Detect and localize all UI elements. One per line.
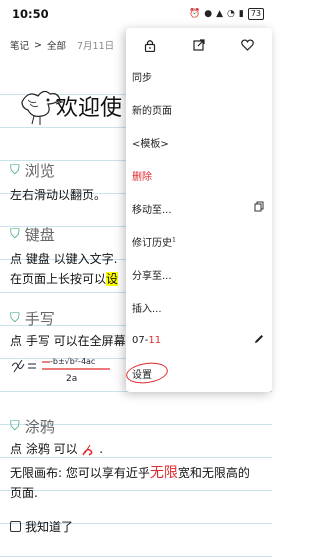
status-bar: 10:50 ⏰ ● ▲ ◔ ▮ 73 bbox=[0, 0, 272, 30]
note-date: 7月11日 bbox=[77, 41, 115, 52]
checkbox-box[interactable] bbox=[10, 521, 21, 532]
battery-indicator: 73 bbox=[247, 8, 264, 20]
keyboard-text-2: 在页面上长按可以设 bbox=[10, 272, 119, 286]
edit-pencil-icon[interactable] bbox=[254, 334, 264, 347]
breadcrumb-separator: > bbox=[34, 39, 42, 51]
handwritten-quadratic-formula: -b±√b²-4ac 2a bbox=[11, 357, 110, 384]
breadcrumb-notes[interactable]: 笔记 bbox=[10, 38, 29, 52]
got-it-checkbox[interactable]: 我知道了 bbox=[10, 518, 73, 535]
doodle-text-2: 无限画布: 您可以享有近乎无限宽和无限高的 bbox=[10, 465, 250, 481]
menu-item-new-page[interactable]: 新的页面 bbox=[132, 93, 264, 125]
handwriting-text: 点 手写 可以在全屏幕 bbox=[10, 334, 126, 348]
doodle-text-1: 点 涂鸦 可以 . bbox=[10, 442, 104, 456]
bookmark-icon: ⛉ bbox=[10, 163, 20, 178]
bookmark-icon: ⛉ bbox=[10, 419, 20, 434]
open-external-icon[interactable] bbox=[189, 35, 209, 55]
menu-item-move-to[interactable]: 移动至... bbox=[132, 192, 264, 224]
notification-icon: ● bbox=[204, 9, 213, 19]
svg-text:-b±√b²-4ac: -b±√b²-4ac bbox=[50, 357, 95, 366]
menu-item-sync[interactable]: 同步 bbox=[132, 60, 264, 92]
signal-icon: ▮ bbox=[238, 9, 244, 19]
menu-toolbar bbox=[126, 28, 272, 60]
bookmark-icon: ⛉ bbox=[10, 227, 20, 242]
menu-item-delete[interactable]: 删除 bbox=[132, 159, 264, 191]
bookmark-icon: ⛉ bbox=[10, 311, 20, 326]
status-icons: ⏰ ● ▲ ◔ ▮ 73 bbox=[189, 8, 264, 20]
location-icon: ▲ bbox=[216, 9, 223, 19]
menu-item-revision-history[interactable]: 修订历史1 bbox=[132, 225, 264, 257]
breadcrumb-all[interactable]: 全部 bbox=[47, 38, 66, 52]
welcome-title: 欢迎使 bbox=[56, 96, 123, 121]
breadcrumb: 笔记 > 全部 7月11日 bbox=[10, 38, 115, 53]
wifi-icon: ◔ bbox=[227, 9, 235, 19]
section-doodle-heading: ⛉ 涂鸦 bbox=[10, 418, 55, 436]
section-browse-heading: ⛉ 浏览 bbox=[10, 162, 55, 180]
menu-item-date[interactable]: 07-11 bbox=[132, 324, 264, 356]
favorite-heart-icon[interactable] bbox=[238, 35, 258, 55]
menu-item-share-to[interactable]: 分享至... bbox=[132, 258, 264, 290]
section-handwriting-heading: ⛉ 手写 bbox=[10, 310, 55, 328]
lock-icon[interactable] bbox=[140, 35, 160, 55]
copy-icon bbox=[254, 201, 264, 215]
svg-text:2a: 2a bbox=[66, 374, 77, 384]
menu-item-template[interactable]: <模板> bbox=[132, 126, 264, 158]
menu-item-insert[interactable]: 插入... bbox=[132, 291, 264, 323]
section-keyboard-heading: ⛉ 键盘 bbox=[10, 226, 55, 244]
doodle-text-3: 页面. bbox=[10, 486, 38, 500]
browse-text: 左右滑动以翻页。 bbox=[10, 188, 107, 202]
overflow-menu: 同步 新的页面 <模板> 删除 移动至... 修订历史1 分享至... 插入..… bbox=[124, 28, 272, 392]
keyboard-text-1: 点 键盘 以键入文字. bbox=[10, 252, 118, 266]
alarm-icon: ⏰ bbox=[189, 9, 201, 19]
checkbox-label: 我知道了 bbox=[25, 520, 74, 534]
status-time: 10:50 bbox=[12, 7, 49, 21]
pen-doodle-icon bbox=[82, 444, 93, 456]
